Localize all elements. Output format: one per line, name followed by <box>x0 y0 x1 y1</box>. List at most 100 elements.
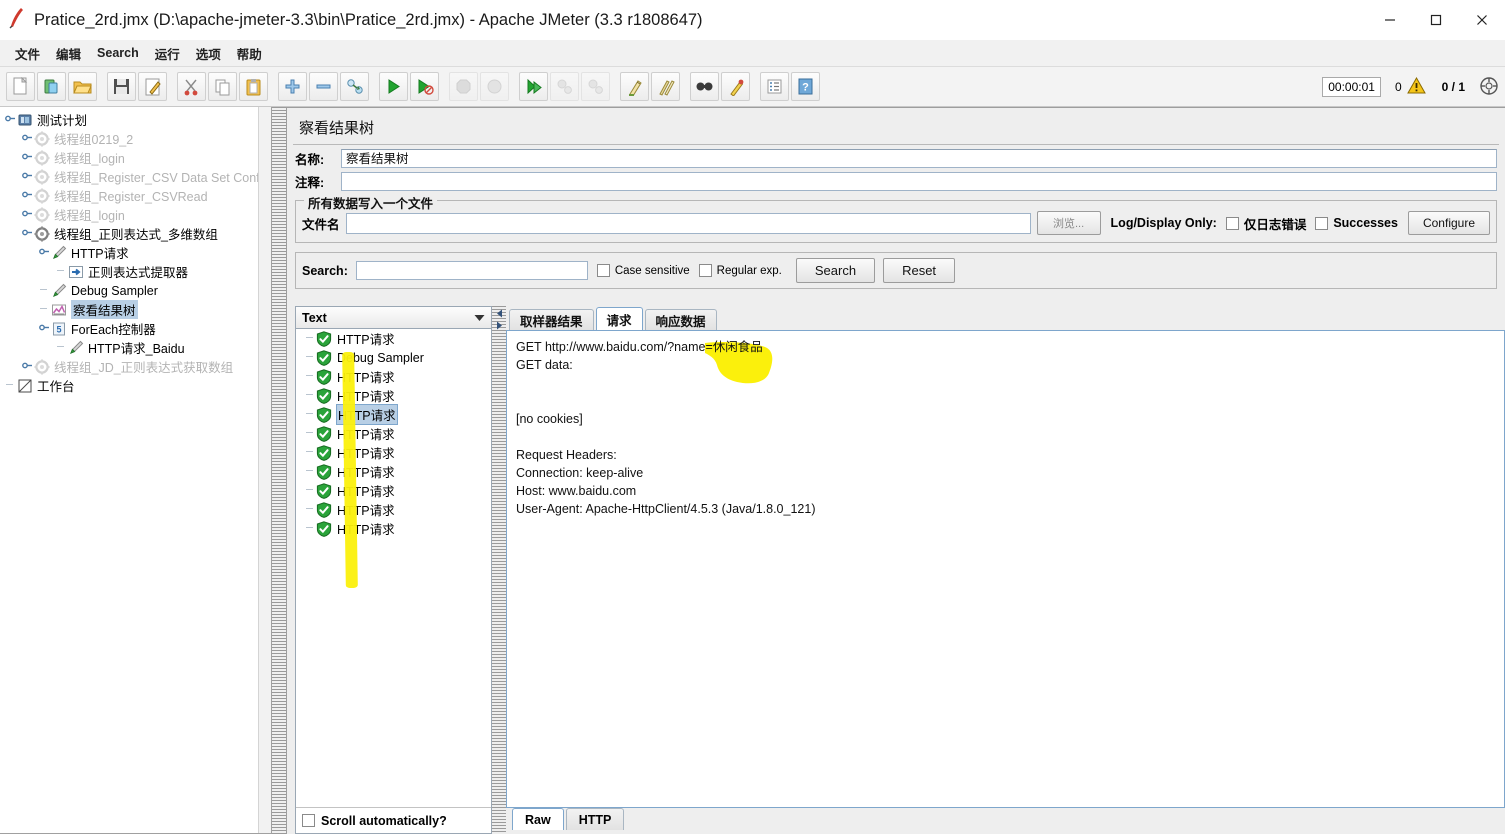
tree-expander-expanded-icon[interactable] <box>21 227 34 241</box>
comment-row: 注释: <box>295 172 1497 191</box>
tree-node[interactable]: 线程组_login <box>0 148 271 167</box>
copy-icon[interactable] <box>208 72 237 101</box>
cut-icon[interactable] <box>177 72 206 101</box>
result-list-item[interactable]: HTTP请求 <box>296 367 491 386</box>
result-tab[interactable]: 请求 <box>595 307 643 330</box>
open-icon[interactable] <box>68 72 97 101</box>
new-icon[interactable] <box>6 72 35 101</box>
result-list-item[interactable]: HTTP请求 <box>296 443 491 462</box>
result-list-item[interactable]: HTTP请求 <box>296 462 491 481</box>
tree-node[interactable]: 5 ForEach控制器 <box>0 319 271 338</box>
search-icon[interactable] <box>690 72 719 101</box>
reset-button[interactable]: Reset <box>883 258 956 283</box>
tree-expander-collapsed-icon[interactable] <box>21 360 34 374</box>
save-as-icon[interactable] <box>138 72 167 101</box>
tree-node[interactable]: 线程组_正则表达式_多维数组 <box>0 224 271 243</box>
result-list-item[interactable]: HTTP请求 <box>296 519 491 538</box>
tree-node[interactable]: 工作台 <box>0 376 271 395</box>
render-selector[interactable]: Text <box>296 307 491 329</box>
comment-input[interactable] <box>341 172 1497 191</box>
result-list-item[interactable]: HTTP请求 <box>296 424 491 443</box>
menu-edit[interactable]: 编辑 <box>49 41 88 66</box>
expand-all-icon[interactable] <box>278 72 307 101</box>
filename-input[interactable] <box>345 212 1031 234</box>
function-helper-icon[interactable] <box>760 72 789 101</box>
errors-only-checkbox[interactable] <box>1225 216 1239 230</box>
result-list-item[interactable]: Debug Sampler <box>296 348 491 367</box>
regular-exp-checkbox[interactable] <box>698 264 712 277</box>
tree-node[interactable]: 正则表达式提取器 <box>0 262 271 281</box>
search-button[interactable]: Search <box>795 258 876 283</box>
tree-expander-expanded-icon[interactable] <box>38 322 51 336</box>
tree-node[interactable]: HTTP请求_Baidu <box>0 338 271 357</box>
sample-result-list[interactable]: HTTP请求 Debug Sampler HTTP请求 HTTP请求 HTTP请求 HTT… <box>296 329 491 807</box>
scroll-automatically-checkbox[interactable] <box>302 814 315 827</box>
toggle-icon[interactable] <box>340 72 369 101</box>
collapse-right-icon[interactable] <box>494 320 504 331</box>
tree-expander-expanded-icon[interactable] <box>4 113 17 127</box>
regular-exp-wrap[interactable]: Regular exp. <box>698 264 782 277</box>
raw-http-tab[interactable]: HTTP <box>565 808 625 830</box>
templates-icon[interactable] <box>37 72 66 101</box>
tree-node[interactable]: 测试计划 <box>0 110 271 129</box>
tree-node[interactable]: 线程组0219_2 <box>0 129 271 148</box>
tree-node[interactable]: 线程组_JD_正则表达式获取数组 <box>0 357 271 376</box>
request-content[interactable]: GET http://www.baidu.com/?name=休闲食品 GET … <box>506 330 1505 808</box>
help-icon[interactable]: ? <box>791 72 820 101</box>
case-sensitive-checkbox[interactable] <box>596 264 610 277</box>
menu-file[interactable]: 文件 <box>8 41 47 66</box>
menu-search[interactable]: Search <box>90 43 146 63</box>
test-plan-tree[interactable]: 测试计划 线程组0219_2 线程组_login 线程组_Register_CSV D… <box>0 107 272 834</box>
tree-node[interactable]: 线程组_Register_CSV Data Set Config <box>0 167 271 186</box>
result-tab[interactable]: 响应数据 <box>644 309 717 330</box>
tree-node[interactable]: Debug Sampler <box>0 281 271 300</box>
tree-expander-collapsed-icon[interactable] <box>21 132 34 146</box>
case-sensitive-wrap[interactable]: Case sensitive <box>596 264 690 277</box>
menu-help[interactable]: 帮助 <box>230 41 269 66</box>
minimize-button[interactable] <box>1367 0 1413 40</box>
name-input[interactable]: 察看结果树 <box>341 149 1497 168</box>
tree-panel-divider[interactable] <box>272 107 286 834</box>
start-icon[interactable] <box>379 72 408 101</box>
raw-http-tab[interactable]: Raw <box>512 808 564 830</box>
tree-node[interactable]: 线程组_Register_CSVRead <box>0 186 271 205</box>
maximize-button[interactable] <box>1413 0 1459 40</box>
tree-expander-collapsed-icon[interactable] <box>21 151 34 165</box>
results-divider[interactable] <box>492 306 506 834</box>
close-button[interactable] <box>1459 0 1505 40</box>
browse-button[interactable]: 浏览... <box>1036 211 1101 235</box>
clear-all-icon[interactable] <box>651 72 680 101</box>
paste-icon[interactable] <box>239 72 268 101</box>
configure-button[interactable]: Configure <box>1407 211 1490 235</box>
result-list-item[interactable]: HTTP请求 <box>296 500 491 519</box>
chevron-down-icon[interactable] <box>472 311 487 325</box>
remote-start-all-icon[interactable] <box>519 72 548 101</box>
search-reset-icon[interactable] <box>721 72 750 101</box>
result-list-item[interactable]: HTTP请求 <box>296 386 491 405</box>
errors-only-checkbox-wrap[interactable]: 仅日志错误 <box>1225 214 1306 233</box>
menu-options[interactable]: 选项 <box>189 41 228 66</box>
scroll-auto-row[interactable]: Scroll automatically? <box>296 807 491 833</box>
result-list-item[interactable]: HTTP请求 <box>296 329 491 348</box>
tree-expander-collapsed-icon[interactable] <box>21 208 34 222</box>
collapse-all-icon[interactable] <box>309 72 338 101</box>
tree-vertical-scrollbar[interactable] <box>258 107 271 833</box>
tree-node[interactable]: 察看结果树 <box>0 300 271 319</box>
menu-run[interactable]: 运行 <box>148 41 187 66</box>
save-icon[interactable] <box>107 72 136 101</box>
clear-icon[interactable] <box>620 72 649 101</box>
result-tab[interactable]: 取样器结果 <box>509 309 594 330</box>
warning-triangle-icon[interactable] <box>1406 76 1426 97</box>
tree-expander-collapsed-icon[interactable] <box>21 170 34 184</box>
successes-checkbox-wrap[interactable]: Successes <box>1315 216 1398 230</box>
successes-checkbox[interactable] <box>1315 216 1329 230</box>
result-list-item[interactable]: HTTP请求 <box>296 481 491 500</box>
collapse-left-icon[interactable] <box>494 308 504 319</box>
search-input[interactable] <box>355 261 588 280</box>
tree-node[interactable]: 线程组_login <box>0 205 271 224</box>
tree-node[interactable]: HTTP请求 <box>0 243 271 262</box>
tree-expander-expanded-icon[interactable] <box>38 246 51 260</box>
result-list-item[interactable]: HTTP请求 <box>296 404 491 425</box>
tree-expander-collapsed-icon[interactable] <box>21 189 34 203</box>
start-no-timers-icon[interactable] <box>410 72 439 101</box>
